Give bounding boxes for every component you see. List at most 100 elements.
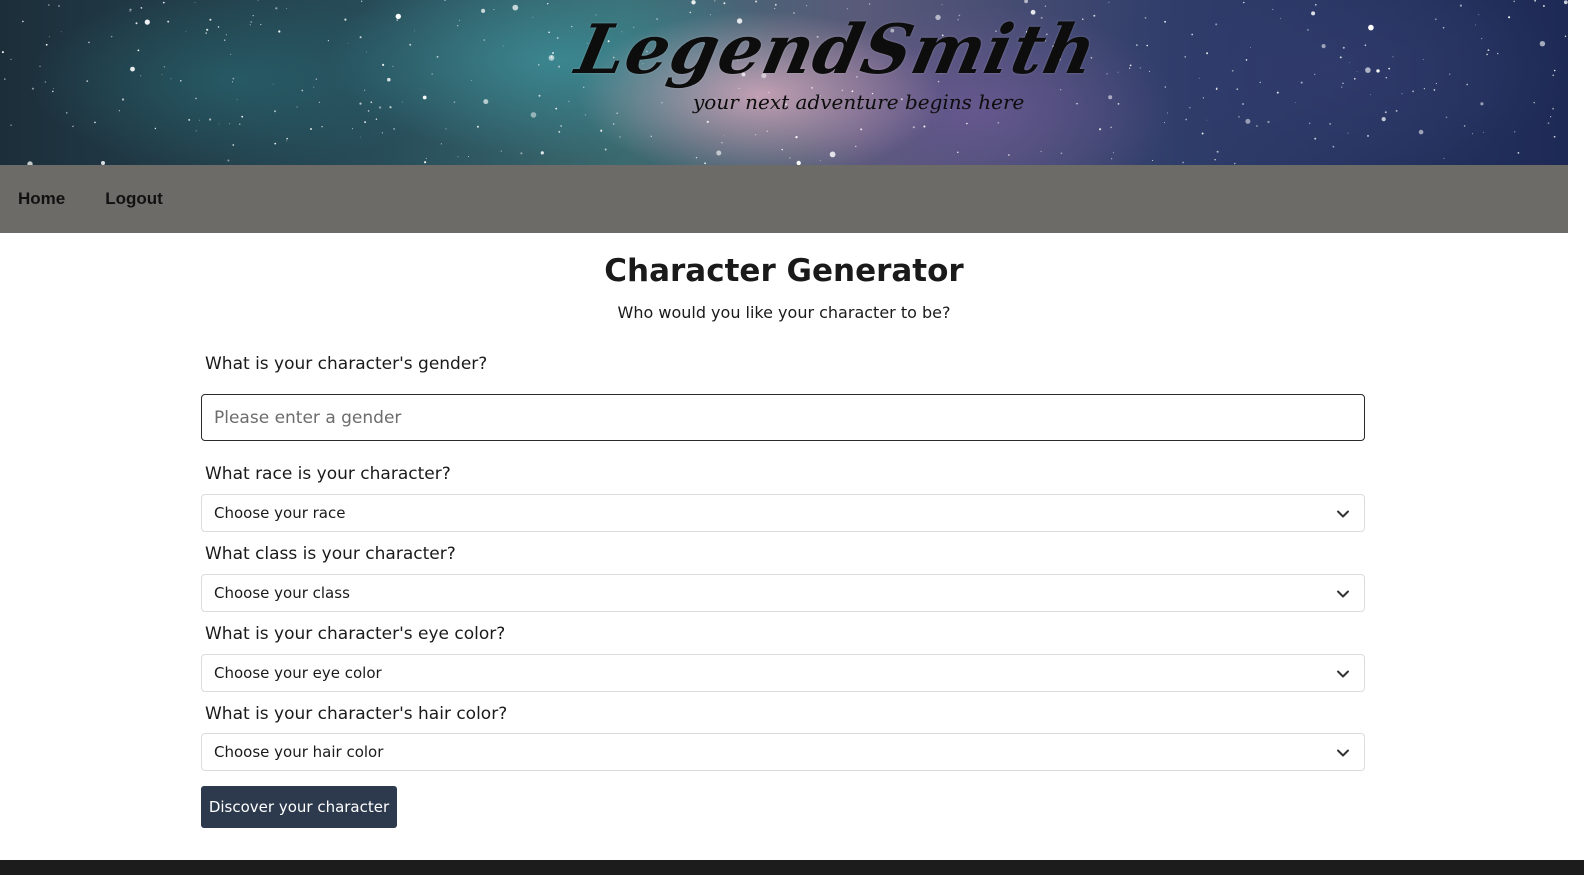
star	[195, 97, 197, 100]
star	[547, 3, 549, 5]
star	[555, 107, 558, 110]
star	[1550, 116, 1552, 118]
logo: LegendSmith your next adventure begins h…	[569, 10, 1104, 130]
star	[1236, 88, 1239, 91]
gender-input[interactable]	[201, 394, 1365, 441]
star	[129, 8, 132, 11]
star	[130, 66, 135, 72]
star	[457, 156, 459, 158]
star	[558, 131, 561, 133]
star	[755, 0, 758, 3]
star	[550, 56, 553, 59]
star	[1347, 132, 1349, 134]
hair-color-label: What is your character's hair color?	[205, 704, 508, 724]
star	[250, 21, 253, 23]
star	[1471, 133, 1474, 135]
star	[88, 41, 90, 44]
class-select-value: Choose your class	[214, 584, 350, 602]
star	[392, 65, 394, 67]
star	[360, 136, 361, 138]
star	[375, 118, 378, 120]
star	[379, 106, 382, 109]
star	[1280, 17, 1281, 19]
hair-color-select[interactable]: Choose your hair color	[201, 733, 1365, 771]
star	[1307, 29, 1309, 31]
star	[1164, 122, 1165, 124]
star	[1245, 59, 1248, 61]
star	[538, 94, 541, 97]
star	[206, 28, 209, 31]
star	[367, 110, 370, 112]
star	[650, 135, 652, 137]
star	[1443, 157, 1445, 159]
discover-character-button[interactable]: Discover your character	[201, 786, 397, 828]
star	[1008, 154, 1010, 156]
star	[1367, 134, 1369, 137]
star	[723, 135, 725, 137]
star	[481, 8, 486, 13]
star	[1475, 24, 1477, 26]
star	[274, 110, 276, 113]
nav-logout-link[interactable]: Logout	[105, 189, 163, 209]
star	[137, 49, 140, 52]
eye-color-select[interactable]: Choose your eye color	[201, 654, 1365, 692]
star	[483, 39, 486, 41]
star	[48, 36, 50, 38]
star	[286, 140, 287, 142]
star	[1482, 131, 1484, 133]
star	[366, 51, 367, 53]
page-subtitle: Who would you like your character to be?	[617, 303, 951, 322]
star	[1231, 69, 1234, 72]
star	[548, 31, 550, 34]
logo-text: LegendSmith	[569, 10, 1105, 90]
star	[530, 112, 537, 118]
star	[1412, 90, 1414, 93]
star	[600, 130, 603, 132]
star	[1216, 150, 1219, 153]
star	[1514, 131, 1516, 133]
star	[1486, 53, 1488, 56]
star	[1024, 0, 1028, 4]
star	[231, 81, 233, 83]
star	[188, 118, 191, 121]
star	[72, 125, 74, 128]
star	[755, 134, 757, 136]
star	[453, 101, 456, 103]
star	[217, 26, 220, 28]
star	[774, 3, 777, 6]
race-select[interactable]: Choose your race	[201, 494, 1365, 532]
star	[1547, 122, 1550, 124]
star	[364, 89, 366, 91]
star	[1300, 81, 1303, 84]
star	[1185, 118, 1188, 121]
star	[121, 98, 125, 101]
star	[118, 110, 120, 112]
star	[1459, 4, 1462, 7]
star	[445, 128, 447, 130]
class-select[interactable]: Choose your class	[201, 574, 1365, 612]
star	[94, 121, 96, 124]
star	[1308, 122, 1311, 125]
star	[723, 2, 726, 5]
star	[1435, 82, 1437, 85]
star	[457, 25, 459, 27]
star	[1201, 132, 1204, 135]
star	[344, 18, 347, 21]
star	[1445, 116, 1448, 119]
star	[1112, 152, 1114, 154]
star	[1206, 119, 1208, 121]
star	[1146, 44, 1148, 47]
nav-home-link[interactable]: Home	[18, 189, 65, 209]
star	[1539, 41, 1546, 47]
star	[1364, 44, 1367, 46]
star	[444, 0, 446, 1]
star	[714, 0, 716, 2]
star	[1167, 112, 1168, 114]
star	[230, 53, 232, 55]
star	[1442, 26, 1445, 29]
star	[135, 22, 138, 25]
star	[144, 19, 150, 25]
star	[1314, 137, 1317, 140]
star	[1321, 44, 1326, 49]
star	[1497, 52, 1499, 55]
